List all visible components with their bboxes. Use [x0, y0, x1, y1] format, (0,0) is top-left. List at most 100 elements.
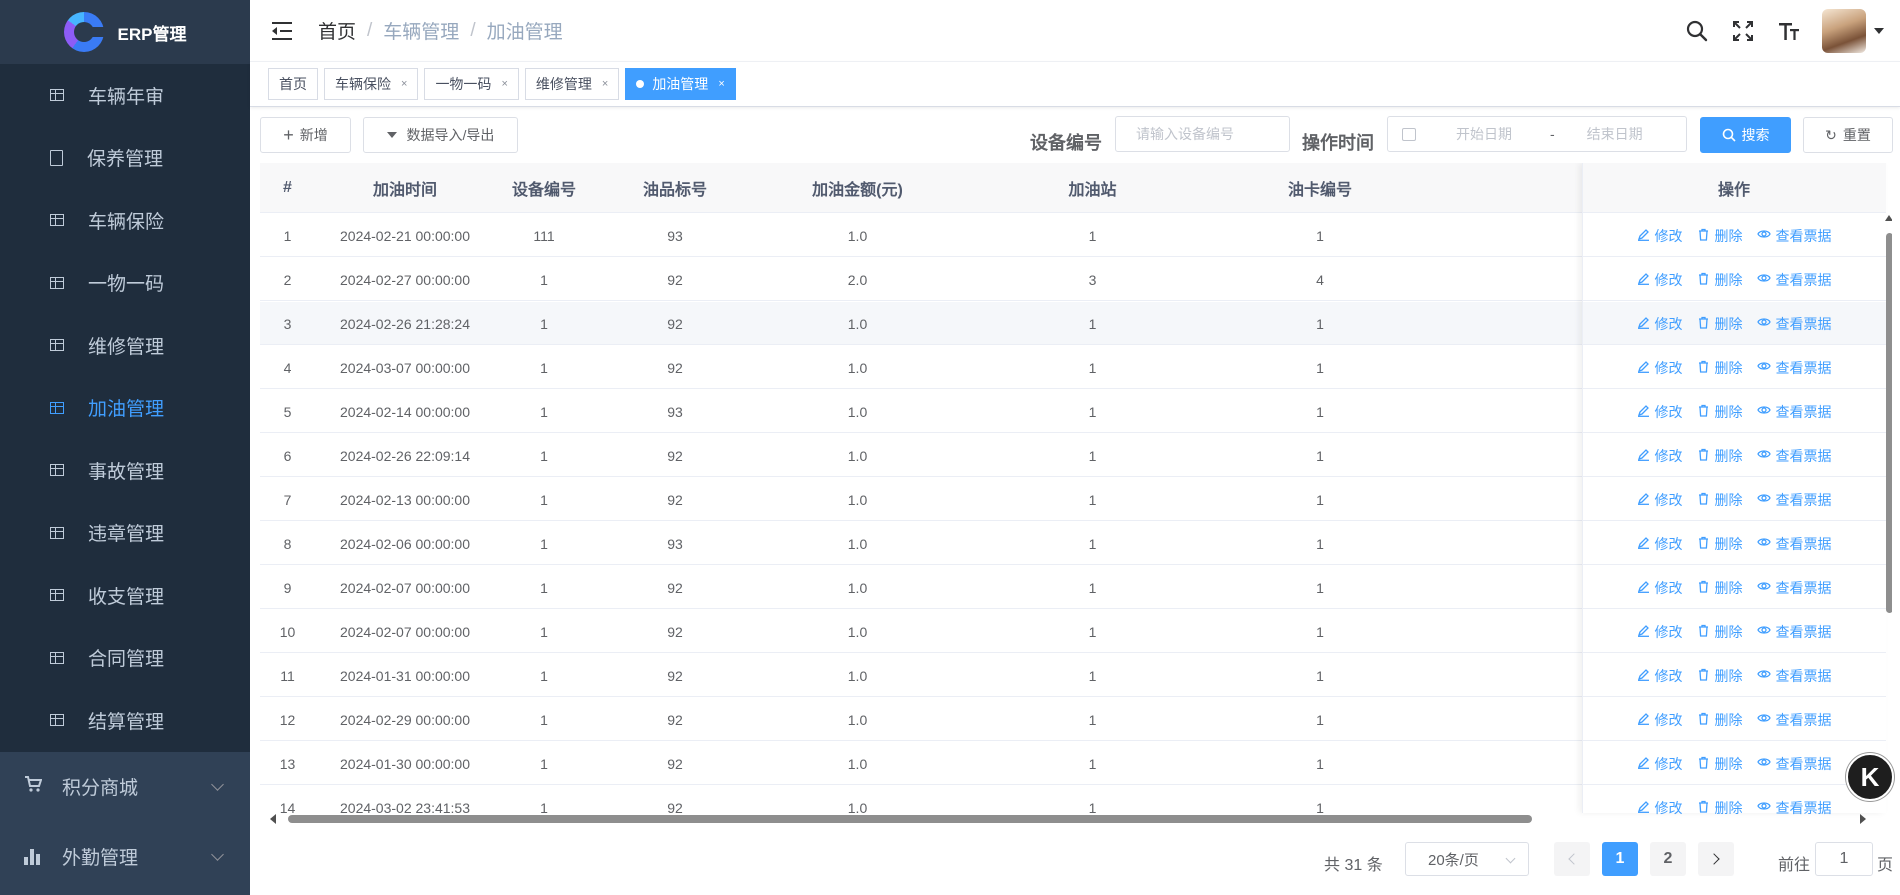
sidebar-item-9[interactable]: 合同管理: [0, 626, 250, 689]
view-receipt-button[interactable]: 查看票据: [1756, 270, 1832, 290]
next-page-button[interactable]: [1698, 842, 1734, 876]
search-icon[interactable]: [1684, 18, 1710, 44]
table-row[interactable]: 9 2024-02-07 00:00:00 1 92 1.0 1 1 修改 删除 查看票据: [260, 566, 1886, 609]
sidebar-group-0[interactable]: 积分商城: [0, 751, 250, 822]
close-icon[interactable]: ×: [501, 78, 507, 90]
view-receipt-button[interactable]: 查看票据: [1756, 622, 1832, 642]
edit-button[interactable]: 修改: [1637, 534, 1683, 554]
table-row[interactable]: 7 2024-02-13 00:00:00 1 92 1.0 1 1 修改 删除 查看票据: [260, 478, 1886, 521]
delete-button[interactable]: 删除: [1697, 622, 1743, 642]
sidebar-item-7[interactable]: 违章管理: [0, 501, 250, 564]
sidebar-item-3[interactable]: 一物一码: [0, 251, 250, 314]
sidebar-item-0[interactable]: 车辆年审: [0, 64, 250, 127]
edit-button[interactable]: 修改: [1637, 754, 1683, 774]
edit-button[interactable]: 修改: [1637, 710, 1683, 730]
goto-page-input[interactable]: 1: [1815, 842, 1873, 876]
view-receipt-button[interactable]: 查看票据: [1756, 534, 1832, 554]
delete-button[interactable]: 删除: [1697, 358, 1743, 378]
edit-button[interactable]: 修改: [1637, 578, 1683, 598]
vertical-scrollbar[interactable]: [1885, 213, 1892, 813]
add-button[interactable]: + 新增: [260, 117, 351, 153]
close-icon[interactable]: ×: [401, 78, 407, 90]
table-row[interactable]: 10 2024-02-07 00:00:00 1 92 1.0 1 1 修改 删除 查看票据: [260, 610, 1886, 653]
edit-button[interactable]: 修改: [1637, 666, 1683, 686]
tag-1[interactable]: 车辆保险 ×: [324, 68, 419, 100]
view-receipt-button[interactable]: 查看票据: [1756, 578, 1832, 598]
sidebar-item-10[interactable]: 结算管理: [0, 689, 250, 752]
delete-button[interactable]: 删除: [1697, 490, 1743, 510]
close-icon[interactable]: ×: [602, 78, 608, 90]
floating-k-badge[interactable]: K: [1846, 753, 1894, 801]
view-receipt-button[interactable]: 查看票据: [1756, 314, 1832, 334]
delete-button[interactable]: 删除: [1697, 270, 1743, 290]
edit-button[interactable]: 修改: [1637, 490, 1683, 510]
view-receipt-button[interactable]: 查看票据: [1756, 710, 1832, 730]
view-receipt-button[interactable]: 查看票据: [1756, 358, 1832, 378]
page-2-button[interactable]: 2: [1650, 842, 1686, 876]
sidebar-item-4[interactable]: 维修管理: [0, 314, 250, 377]
prev-page-button[interactable]: [1554, 842, 1590, 876]
view-receipt-button[interactable]: 查看票据: [1756, 446, 1832, 466]
avatar[interactable]: [1822, 9, 1866, 53]
sidebar-item-5[interactable]: 加油管理: [0, 376, 250, 439]
tag-3[interactable]: 维修管理 ×: [524, 68, 620, 100]
table-row[interactable]: 4 2024-03-07 00:00:00 1 92 1.0 1 1 修改 删除 查看票据: [260, 346, 1886, 389]
sidebar-item-1[interactable]: 保养管理: [0, 126, 250, 189]
view-receipt-button[interactable]: 查看票据: [1756, 402, 1832, 422]
edit-button[interactable]: 修改: [1637, 358, 1683, 378]
page-1-button[interactable]: 1: [1602, 842, 1638, 876]
table-row[interactable]: 11 2024-01-31 00:00:00 1 92 1.0 1 1 修改 删除 查看票据: [260, 654, 1886, 697]
view-receipt-button[interactable]: 查看票据: [1756, 666, 1832, 686]
table-row[interactable]: 12 2024-02-29 00:00:00 1 92 1.0 1 1 修改 删除 查看票据: [260, 698, 1886, 741]
sidebar-item-8[interactable]: 收支管理: [0, 564, 250, 627]
tag-4[interactable]: 加油管理 ×: [625, 68, 736, 100]
sidebar-item-2[interactable]: 车辆保险: [0, 189, 250, 252]
import-export-button[interactable]: 数据导入/导出: [363, 117, 518, 153]
date-range-picker[interactable]: 开始日期 - 结束日期: [1387, 116, 1687, 152]
table-row[interactable]: 6 2024-02-26 22:09:14 1 92 1.0 1 1 修改 删除 查看票据: [260, 434, 1886, 477]
edit-button[interactable]: 修改: [1637, 314, 1683, 334]
sidebar-group-1[interactable]: 外勤管理: [0, 821, 250, 892]
delete-button[interactable]: 删除: [1697, 534, 1743, 554]
table-row[interactable]: 13 2024-01-30 00:00:00 1 92 1.0 1 1 修改 删除 查看票据: [260, 742, 1886, 785]
tag-0[interactable]: 首页: [268, 68, 318, 100]
delete-button[interactable]: 删除: [1697, 578, 1743, 598]
device-input-field[interactable]: [1116, 126, 1289, 142]
breadcrumb-home[interactable]: 首页: [318, 17, 356, 44]
close-icon[interactable]: ×: [718, 78, 724, 90]
search-button[interactable]: 搜索: [1700, 117, 1791, 153]
delete-button[interactable]: 删除: [1697, 314, 1743, 334]
device-input[interactable]: [1115, 116, 1290, 152]
horizontal-scrollbar[interactable]: [260, 812, 1886, 825]
delete-button[interactable]: 删除: [1697, 754, 1743, 774]
edit-button[interactable]: 修改: [1637, 446, 1683, 466]
edit-button[interactable]: 修改: [1637, 270, 1683, 290]
view-receipt-button[interactable]: 查看票据: [1756, 226, 1832, 246]
end-date[interactable]: 结束日期: [1587, 124, 1643, 144]
sidebar-item-6[interactable]: 事故管理: [0, 439, 250, 502]
edit-button[interactable]: 修改: [1637, 402, 1683, 422]
start-date[interactable]: 开始日期: [1456, 124, 1512, 144]
fullscreen-icon[interactable]: [1730, 18, 1756, 44]
delete-button[interactable]: 删除: [1697, 710, 1743, 730]
hamburger-icon[interactable]: [272, 21, 294, 40]
caret-down-icon[interactable]: [1874, 28, 1884, 34]
reset-button[interactable]: ↻ 重置: [1803, 117, 1893, 153]
table-row[interactable]: 5 2024-02-14 00:00:00 1 93 1.0 1 1 修改 删除 查看票据: [260, 390, 1886, 433]
view-receipt-button[interactable]: 查看票据: [1756, 490, 1832, 510]
table-row[interactable]: 8 2024-02-06 00:00:00 1 93 1.0 1 1 修改 删除 查看票据: [260, 522, 1886, 565]
delete-button[interactable]: 删除: [1697, 226, 1743, 246]
table-row[interactable]: 1 2024-02-21 00:00:00 111 93 1.0 1 1 修改 删除 查看票据: [260, 214, 1886, 257]
table-row[interactable]: 3 2024-02-26 21:28:24 1 92 1.0 1 1 修改 删除 查看票据: [260, 302, 1886, 345]
delete-button[interactable]: 删除: [1697, 446, 1743, 466]
delete-button[interactable]: 删除: [1697, 666, 1743, 686]
page-size-select[interactable]: 20条/页: [1405, 842, 1529, 876]
edit-button[interactable]: 修改: [1637, 226, 1683, 246]
tag-2[interactable]: 一物一码 ×: [424, 68, 519, 100]
edit-button[interactable]: 修改: [1637, 622, 1683, 642]
table-row[interactable]: 2 2024-02-27 00:00:00 1 92 2.0 3 4 修改 删除 查看票据: [260, 258, 1886, 301]
delete-button[interactable]: 删除: [1697, 402, 1743, 422]
font-size-icon[interactable]: [1776, 18, 1802, 44]
view-receipt-button[interactable]: 查看票据: [1756, 754, 1832, 774]
logo[interactable]: ERP管理: [0, 0, 250, 64]
